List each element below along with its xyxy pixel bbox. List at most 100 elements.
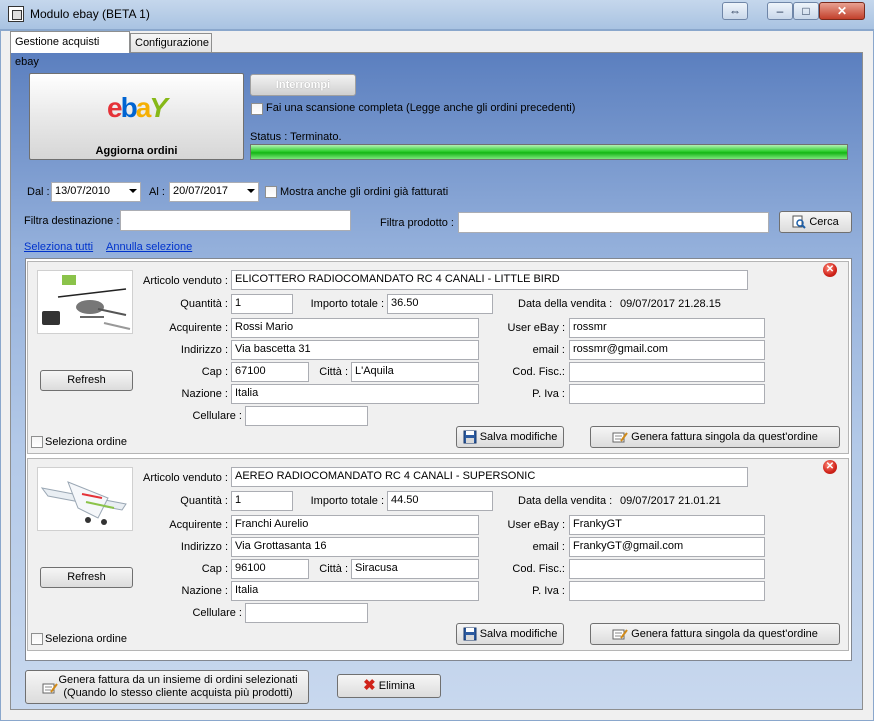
maximize-button[interactable]: □ [793, 2, 819, 20]
total-field[interactable]: 36.50 [387, 294, 493, 314]
app-icon [8, 6, 24, 22]
chevron-down-icon [129, 189, 137, 193]
save-changes-button[interactable]: Salva modifiche [456, 623, 564, 645]
product-filter-input[interactable] [458, 212, 769, 233]
cap-label: Cap : [201, 563, 228, 575]
update-orders-label: Aggiorna ordini [95, 145, 178, 157]
multi-invoice-line1: Genera fattura da un insieme di ordini s… [58, 674, 298, 686]
update-orders-button[interactable]: ebaY Aggiorna ordini [29, 73, 244, 160]
mobile-field[interactable] [245, 603, 368, 623]
search-button[interactable]: Cerca [779, 211, 852, 233]
helicopter-icon [42, 275, 131, 330]
address-label: Indirizzo : [180, 344, 228, 356]
select-order-checkbox[interactable] [31, 633, 43, 645]
country-field[interactable]: Italia [231, 384, 479, 404]
stop-button[interactable]: Interrompi [250, 74, 356, 96]
select-all-link[interactable]: Seleziona tutti [24, 241, 93, 253]
email-field[interactable]: FrankyGT@gmail.com [569, 537, 765, 557]
mobile-field[interactable] [245, 406, 368, 426]
fiscal-code-field[interactable] [569, 559, 765, 579]
delete-button[interactable]: ✖ Elimina [337, 674, 441, 698]
chevron-down-icon [247, 189, 255, 193]
vat-field[interactable] [569, 384, 765, 404]
status-text: Status : Terminato. [250, 131, 342, 143]
total-label: Importo totale : [310, 298, 384, 310]
email-label: email : [532, 344, 565, 356]
select-order-checkbox[interactable] [31, 436, 43, 448]
multi-invoice-line2: (Quando lo stesso cliente acquista più p… [63, 687, 293, 699]
generate-single-invoice-button[interactable]: Genera fattura singola da quest'ordine [590, 623, 840, 645]
vat-field[interactable] [569, 581, 765, 601]
fiscal-code-field[interactable] [569, 362, 765, 382]
ebay-logo: ebaY [107, 92, 168, 123]
invoice-pen-icon [612, 432, 628, 443]
refresh-button[interactable]: Refresh [40, 567, 133, 588]
email-field[interactable]: rossmr@gmail.com [569, 340, 765, 360]
quantity-field[interactable]: 1 [231, 294, 293, 314]
cap-label: Cap : [201, 366, 228, 378]
show-invoiced-checkbox[interactable] [265, 186, 277, 198]
total-label: Importo totale : [310, 495, 384, 507]
address-field[interactable]: Via Grottasanta 16 [231, 537, 479, 557]
product-filter-label: Filtra prodotto : [380, 217, 454, 229]
save-changes-button[interactable]: Salva modifiche [456, 426, 564, 448]
sale-date-value: 09/07/2017 21.28.15 [620, 298, 721, 310]
search-icon [792, 215, 807, 229]
sale-date-label: Data della vendita : [518, 495, 613, 507]
product-thumbnail-helicopter [37, 270, 133, 334]
refresh-button[interactable]: Refresh [40, 370, 133, 391]
window-title: Modulo ebay (BETA 1) [30, 7, 150, 21]
cap-field[interactable]: 96100 [231, 559, 309, 579]
city-field[interactable]: Siracusa [351, 559, 479, 579]
total-field[interactable]: 44.50 [387, 491, 493, 511]
destination-filter-input[interactable] [120, 210, 351, 231]
buyer-field[interactable]: Franchi Aurelio [231, 515, 479, 535]
cap-field[interactable]: 67100 [231, 362, 309, 382]
from-date-picker[interactable]: 13/07/2010 [51, 182, 141, 202]
minimize-button[interactable]: – [767, 2, 793, 20]
country-label: Nazione : [181, 585, 228, 597]
buyer-field[interactable]: Rossi Mario [231, 318, 479, 338]
country-field[interactable]: Italia [231, 581, 479, 601]
article-field[interactable]: AEREO RADIOCOMANDATO RC 4 CANALI - SUPER… [231, 467, 748, 487]
select-order-label: Seleziona ordine [45, 436, 127, 448]
vat-label: P. Iva : [532, 585, 565, 597]
show-invoiced-label: Mostra anche gli ordini già fatturati [280, 186, 449, 198]
mobile-label: Cellulare : [192, 410, 242, 422]
generate-single-invoice-button[interactable]: Genera fattura singola da quest'ordine [590, 426, 840, 448]
quantity-label: Quantità : [180, 495, 228, 507]
ebay-user-label: User eBay : [507, 322, 565, 334]
address-label: Indirizzo : [180, 541, 228, 553]
tab-gestione-acquisti[interactable]: Gestione acquisti ebay [10, 31, 130, 68]
deselect-link[interactable]: Annulla selezione [106, 241, 192, 253]
to-date-picker[interactable]: 20/07/2017 [169, 182, 259, 202]
to-date-label: Al : [149, 186, 165, 198]
vat-label: P. Iva : [532, 388, 565, 400]
delete-order-icon[interactable]: ✕ [823, 263, 837, 277]
product-thumbnail-airplane [37, 467, 133, 531]
article-field[interactable]: ELICOTTERO RADIOCOMANDATO RC 4 CANALI - … [231, 270, 748, 290]
quantity-label: Quantità : [180, 298, 228, 310]
delete-order-icon[interactable]: ✕ [823, 460, 837, 474]
sale-date-value: 09/07/2017 21.01.21 [620, 495, 721, 507]
generate-multi-invoice-button[interactable]: Genera fattura da un insieme di ordini s… [25, 670, 309, 704]
full-scan-checkbox[interactable] [251, 103, 263, 115]
progress-fill [251, 145, 847, 159]
select-order-label: Seleziona ordine [45, 633, 127, 645]
address-field[interactable]: Via bascetta 31 [231, 340, 479, 360]
airplane-icon [40, 481, 127, 525]
city-field[interactable]: L'Aquila [351, 362, 479, 382]
ebay-user-field[interactable]: FrankyGT [569, 515, 765, 535]
tab-configurazione[interactable]: Configurazione [130, 33, 212, 52]
sale-date-label: Data della vendita : [518, 298, 613, 310]
article-label: Articolo venduto : [143, 275, 228, 287]
close-button[interactable]: ✕ [819, 2, 865, 20]
ebay-user-field[interactable]: rossmr [569, 318, 765, 338]
restore-side-button[interactable]: ⇔ [722, 2, 748, 20]
fiscal-code-label: Cod. Fisc.: [512, 366, 565, 378]
buyer-label: Acquirente : [169, 519, 228, 531]
article-label: Articolo venduto : [143, 472, 228, 484]
fiscal-code-label: Cod. Fisc.: [512, 563, 565, 575]
quantity-field[interactable]: 1 [231, 491, 293, 511]
invoice-pen-icon [612, 629, 628, 640]
